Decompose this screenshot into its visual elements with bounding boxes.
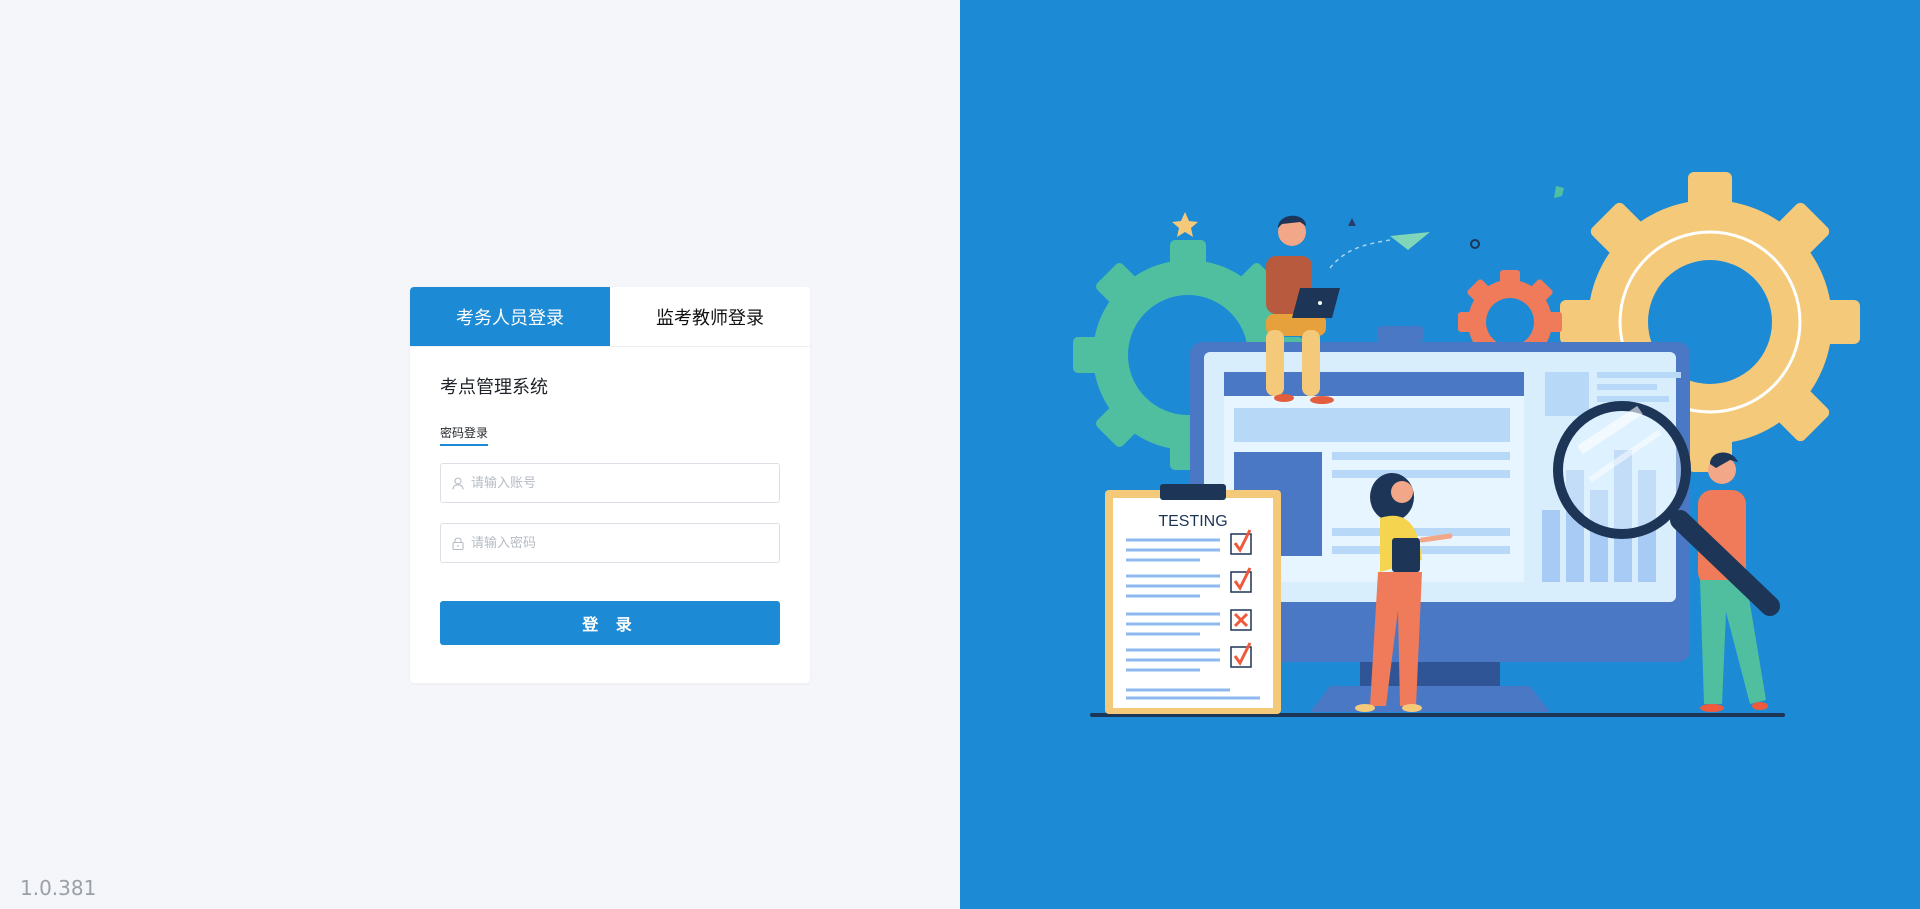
- password-field[interactable]: [440, 523, 780, 563]
- password-login-tab[interactable]: 密码登录: [440, 424, 489, 446]
- lock-icon: [451, 536, 465, 550]
- account-field[interactable]: [440, 463, 780, 503]
- tab-teacher-login[interactable]: 监考教师登录: [610, 287, 810, 346]
- star-icon: [1172, 212, 1198, 237]
- account-input[interactable]: [471, 475, 779, 491]
- illustration-pane: TESTING: [960, 0, 1920, 909]
- login-page: 考务人员登录 监考教师登录 考点管理系统 密码登录 请输入账号 登 录 1.0.…: [0, 0, 1920, 909]
- user-icon: [451, 476, 465, 490]
- login-tabs: 考务人员登录 监考教师登录: [410, 287, 810, 347]
- login-button[interactable]: 登 录: [440, 601, 780, 645]
- clipboard-title: TESTING: [1158, 513, 1227, 530]
- system-title: 考点管理系统: [440, 377, 548, 398]
- testing-illustration: TESTING: [1073, 172, 1860, 717]
- clipboard-illustration: TESTING: [1105, 484, 1281, 714]
- login-form: 考点管理系统 密码登录 请输入账号 登 录: [410, 377, 810, 645]
- login-card: 考务人员登录 监考教师登录 考点管理系统 密码登录 请输入账号 登 录: [410, 287, 810, 683]
- paper-plane-icon: [1390, 232, 1430, 250]
- left-pane: 考务人员登录 监考教师登录 考点管理系统 密码登录 请输入账号 登 录 1.0.…: [0, 0, 960, 909]
- version-label: 1.0.381: [20, 876, 97, 900]
- tab-staff-login[interactable]: 考务人员登录: [410, 287, 610, 346]
- password-input[interactable]: [471, 535, 779, 551]
